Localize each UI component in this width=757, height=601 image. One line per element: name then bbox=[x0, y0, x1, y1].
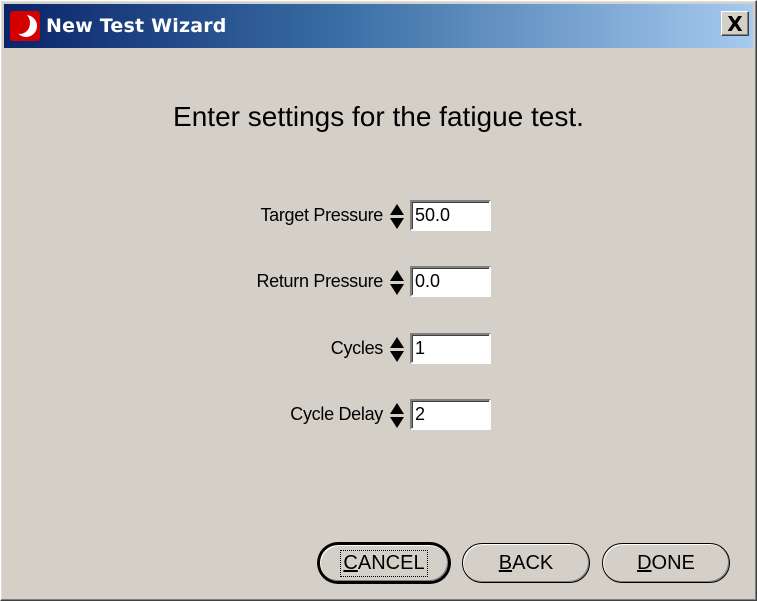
target-pressure-input[interactable] bbox=[410, 200, 491, 231]
spin-up-icon[interactable] bbox=[390, 204, 404, 215]
close-icon: X bbox=[727, 11, 743, 36]
spin-up-icon[interactable] bbox=[390, 403, 404, 414]
cancel-button-label: CANCEL bbox=[340, 549, 428, 577]
spin-up-icon[interactable] bbox=[390, 270, 404, 281]
window-title: New Test Wizard bbox=[46, 15, 227, 37]
cycles-row: Cycles bbox=[1, 333, 501, 369]
target-pressure-spinner[interactable] bbox=[387, 201, 409, 233]
title-bar[interactable]: New Test Wizard X bbox=[4, 4, 753, 48]
wizard-heading: Enter settings for the fatigue test. bbox=[173, 101, 584, 132]
cycle-delay-row: Cycle Delay bbox=[1, 399, 501, 435]
return-pressure-row: Return Pressure bbox=[1, 266, 501, 302]
cycles-label: Cycles bbox=[330, 338, 384, 358]
done-button[interactable]: DONE bbox=[602, 543, 730, 583]
back-button-label: BACK bbox=[498, 551, 554, 574]
new-test-wizard-window: New Test Wizard X Enter settings for the… bbox=[0, 0, 757, 601]
spin-down-icon[interactable] bbox=[390, 417, 404, 428]
spin-down-icon[interactable] bbox=[390, 351, 404, 362]
app-logo-icon bbox=[10, 11, 40, 41]
spin-down-icon[interactable] bbox=[390, 218, 404, 229]
back-button[interactable]: BACK bbox=[462, 543, 590, 583]
target-pressure-row: Target Pressure bbox=[1, 200, 501, 236]
cycle-delay-input[interactable] bbox=[410, 399, 491, 430]
return-pressure-spinner[interactable] bbox=[387, 267, 409, 299]
cycle-delay-spinner[interactable] bbox=[387, 400, 409, 432]
cancel-button[interactable]: CANCEL bbox=[318, 543, 450, 583]
cycles-input[interactable] bbox=[410, 333, 491, 364]
spin-up-icon[interactable] bbox=[390, 337, 404, 348]
cycles-spinner[interactable] bbox=[387, 334, 409, 366]
close-button[interactable]: X bbox=[721, 11, 749, 36]
cycle-delay-label: Cycle Delay bbox=[290, 404, 383, 424]
return-pressure-label: Return Pressure bbox=[256, 271, 383, 291]
return-pressure-input[interactable] bbox=[410, 266, 491, 297]
spin-down-icon[interactable] bbox=[390, 284, 404, 295]
target-pressure-label: Target Pressure bbox=[260, 205, 383, 225]
done-button-label: DONE bbox=[637, 551, 695, 574]
